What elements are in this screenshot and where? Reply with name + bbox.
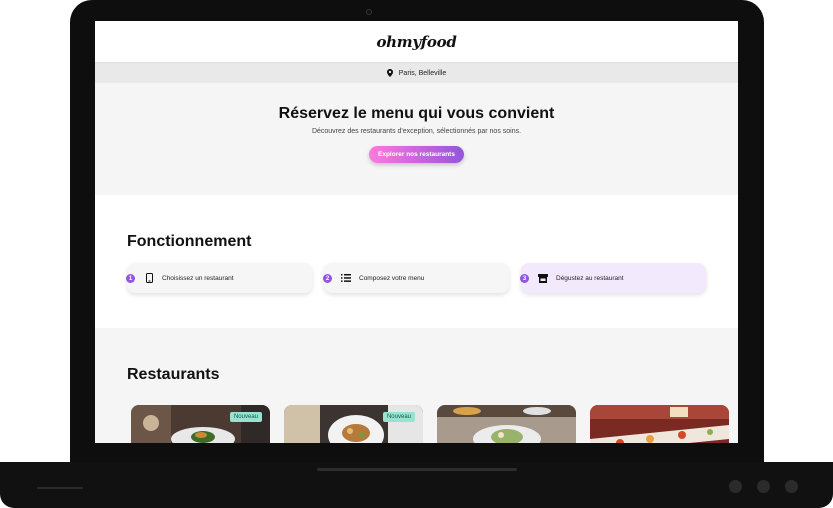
- new-badge: Nouveau: [229, 412, 262, 422]
- location-text: Paris, Belleville: [398, 69, 447, 77]
- restaurant-card[interactable]: [590, 405, 729, 443]
- hero-section: Réservez le menu qui vous convient Décou…: [95, 83, 738, 195]
- step-label: Dégustez au restaurant: [556, 274, 624, 282]
- restaurant-photo: [131, 405, 270, 443]
- restaurants-title: Restaurants: [127, 366, 220, 383]
- step-card[interactable]: 2 Composez votre menu: [323, 263, 509, 293]
- restaurant-cards: Nouveau Nouveau: [131, 405, 729, 443]
- mobile-phone-icon: [144, 273, 154, 283]
- logo[interactable]: ohmyfood: [376, 33, 456, 51]
- location-bar: Paris, Belleville: [95, 62, 738, 83]
- how-title: Fonctionnement: [127, 233, 252, 250]
- restaurant-photo: [590, 405, 729, 443]
- restaurant-photo: [284, 405, 423, 443]
- step-label: Choisissez un restaurant: [162, 274, 234, 282]
- screen: ohmyfood Paris, Belleville Réservez le m…: [95, 21, 738, 443]
- camera-icon: [366, 9, 372, 15]
- laptop-base-detail: [37, 487, 83, 489]
- restaurant-card[interactable]: Nouveau: [131, 405, 270, 443]
- restaurant-photo: [437, 405, 576, 443]
- restaurant-card[interactable]: [437, 405, 576, 443]
- explore-restaurants-button[interactable]: Explorer nos restaurants: [369, 146, 464, 163]
- restaurant-card[interactable]: Nouveau: [284, 405, 423, 443]
- step-number: 3: [520, 274, 529, 283]
- store-icon: [538, 273, 548, 283]
- list-icon: [341, 273, 351, 283]
- step-number: 1: [126, 274, 135, 283]
- how-it-works-section: Fonctionnement 1 Choisissez un restauran…: [95, 195, 738, 328]
- step-card[interactable]: 3 Dégustez au restaurant: [520, 263, 706, 293]
- restaurants-section: Restaurants Nouveau Nouveau: [95, 328, 738, 443]
- new-badge: Nouveau: [382, 412, 415, 422]
- step-label: Composez votre menu: [359, 274, 425, 282]
- site-header: ohmyfood: [95, 21, 738, 62]
- laptop-dot-icon: [785, 480, 798, 493]
- laptop-dot-icon: [729, 480, 742, 493]
- steps-list: 1 Choisissez un restaurant 2 Composez vo…: [126, 263, 706, 293]
- hero-title: Réservez le menu qui vous convient: [278, 105, 555, 122]
- map-pin-icon: [386, 69, 393, 77]
- step-card[interactable]: 1 Choisissez un restaurant: [126, 263, 312, 293]
- step-number: 2: [323, 274, 332, 283]
- laptop-dot-icon: [757, 480, 770, 493]
- laptop-notch: [317, 468, 517, 471]
- hero-subtitle: Découvrez des restaurants d'exception, s…: [311, 128, 522, 135]
